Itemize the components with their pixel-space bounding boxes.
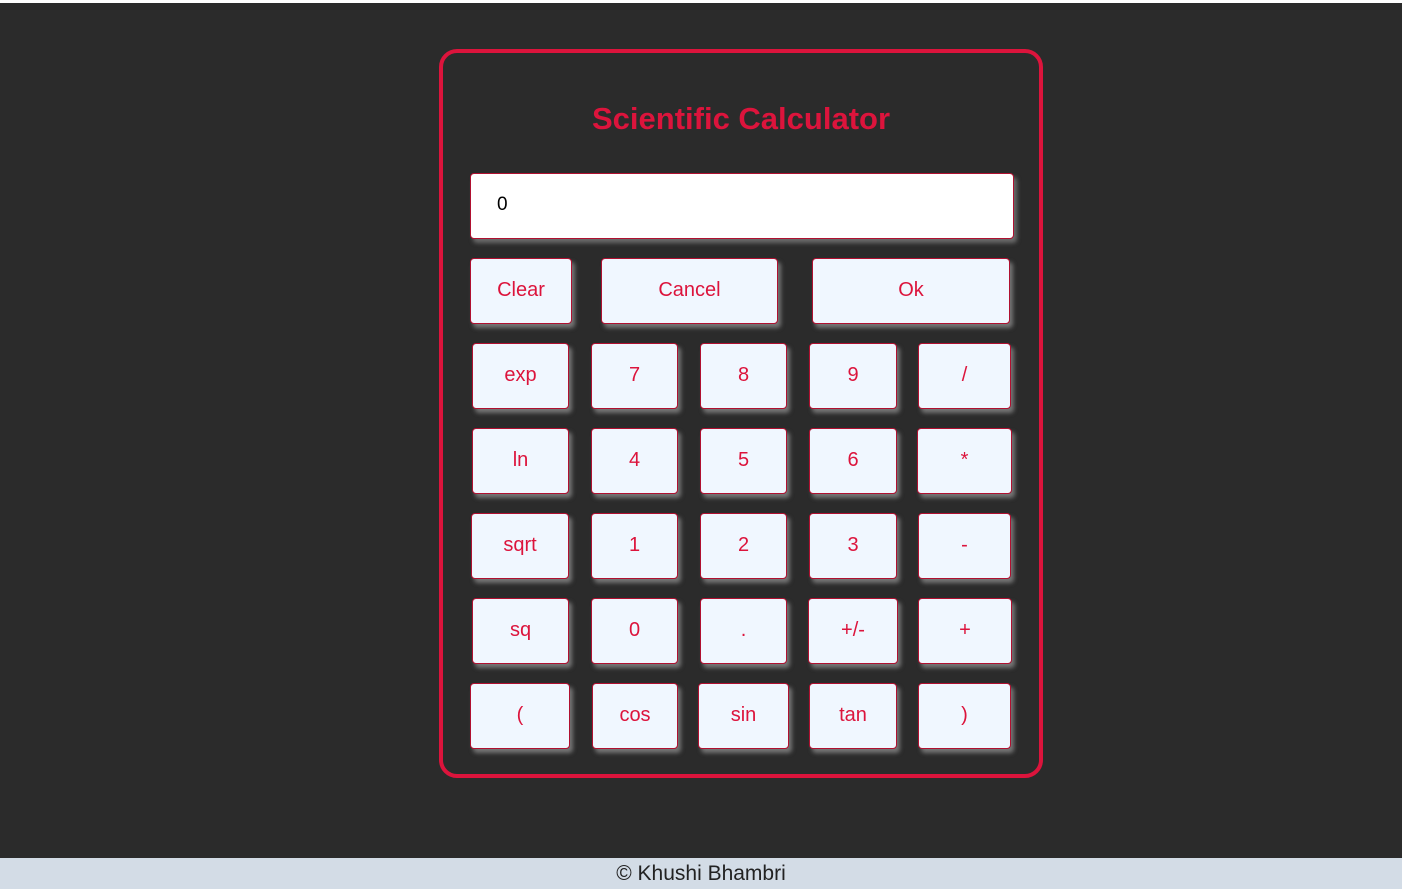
- calculator-title: Scientific Calculator: [591, 101, 891, 136]
- key-5[interactable]: 5: [700, 428, 787, 494]
- calculator-display[interactable]: 0: [470, 173, 1014, 239]
- key-sqrt[interactable]: sqrt: [471, 513, 569, 579]
- key-4[interactable]: 4: [591, 428, 678, 494]
- key-ln[interactable]: ln: [472, 428, 569, 494]
- key-2[interactable]: 2: [700, 513, 787, 579]
- key-subtract[interactable]: -: [918, 513, 1011, 579]
- key-8[interactable]: 8: [700, 343, 787, 409]
- key-3[interactable]: 3: [809, 513, 897, 579]
- key-negate[interactable]: +/-: [808, 598, 898, 664]
- key-multiply[interactable]: *: [917, 428, 1012, 494]
- ok-button[interactable]: Ok: [812, 258, 1010, 324]
- key-sin[interactable]: sin: [698, 683, 789, 749]
- key-9[interactable]: 9: [809, 343, 897, 409]
- key-tan[interactable]: tan: [809, 683, 897, 749]
- key-close-paren[interactable]: ): [918, 683, 1011, 749]
- key-exp[interactable]: exp: [472, 343, 569, 409]
- key-divide[interactable]: /: [918, 343, 1011, 409]
- key-add[interactable]: +: [918, 598, 1012, 664]
- cancel-button[interactable]: Cancel: [601, 258, 778, 324]
- key-decimal[interactable]: .: [700, 598, 787, 664]
- footer-copyright: © Khushi Bhambri: [0, 858, 1402, 889]
- page-background: Scientific Calculator 0 Clear Cancel Ok …: [0, 3, 1402, 858]
- clear-button[interactable]: Clear: [470, 258, 572, 324]
- key-1[interactable]: 1: [591, 513, 678, 579]
- key-0[interactable]: 0: [591, 598, 678, 664]
- key-cos[interactable]: cos: [592, 683, 678, 749]
- key-6[interactable]: 6: [809, 428, 897, 494]
- key-open-paren[interactable]: (: [470, 683, 570, 749]
- key-7[interactable]: 7: [591, 343, 678, 409]
- calculator-panel: Scientific Calculator 0 Clear Cancel Ok …: [439, 49, 1043, 778]
- key-sq[interactable]: sq: [472, 598, 569, 664]
